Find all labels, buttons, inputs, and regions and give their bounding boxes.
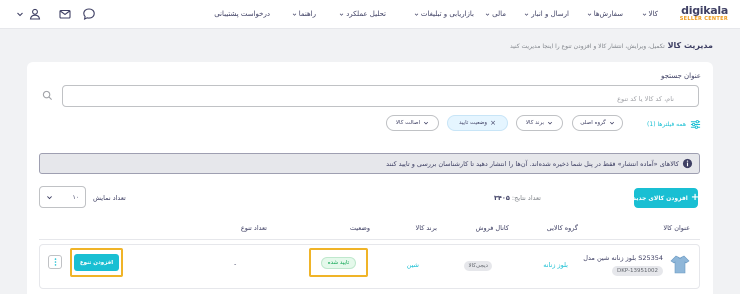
- search-input[interactable]: [63, 89, 698, 109]
- chevron-down-icon: [414, 13, 419, 16]
- more-options-button[interactable]: [48, 255, 62, 269]
- mail-icon[interactable]: [58, 7, 72, 21]
- info-alert: کالاهای «آماده انتشار» فقط در پنل شما ذخ…: [39, 153, 700, 174]
- nav-item-label: مالی: [492, 10, 506, 18]
- chevron-down-icon: [587, 13, 591, 16]
- header-product-title: عنوان کالا: [663, 224, 690, 232]
- vertical-dots-icon: [54, 258, 56, 266]
- header-variant-count: تعداد تنوع: [240, 224, 267, 232]
- show-count-label: تعداد نمایش: [93, 194, 126, 202]
- logo-sub-text: SELLER CENTER: [679, 16, 728, 22]
- sales-channel-badge: دیجی‌کالا: [464, 261, 492, 271]
- filter-chip-approval-status[interactable]: وضعیت تایید ×: [447, 115, 508, 131]
- header-sales-channel: کانال فروش: [475, 224, 509, 232]
- nav-item-help[interactable]: راهنما: [292, 10, 316, 18]
- add-variant-button[interactable]: افزودن تنوع: [74, 254, 119, 271]
- search-icon[interactable]: [42, 90, 53, 101]
- chevron-down-icon: [423, 121, 429, 125]
- product-title[interactable]: بلوز زنانه شین مدل S25354: [583, 254, 663, 262]
- page-title-text: مدیریت کالا: [667, 41, 713, 50]
- add-product-label: افزودن کالای جدید: [632, 194, 688, 202]
- nav-item-products[interactable]: کالا: [642, 10, 658, 18]
- page-subtitle: تکمیل، ویرایش، انتشار کالا و افزودن تنوع…: [509, 43, 665, 50]
- nav-item-orders[interactable]: سفارش‌ها: [587, 10, 623, 18]
- page-size-value: ۱۰: [72, 193, 79, 201]
- result-count-value: ۳۴۰۵: [493, 194, 510, 202]
- nav-item-label: درخواست پشتیبانی: [214, 10, 270, 18]
- result-count-label: تعداد نتایج:: [511, 194, 541, 202]
- search-field[interactable]: [62, 85, 699, 109]
- chevron-down-icon: [47, 195, 52, 199]
- add-variant-highlight: افزودن تنوع: [70, 248, 123, 277]
- dkp-badge: DKP-13951002: [611, 266, 663, 276]
- chip-label: برند کالا: [525, 120, 545, 126]
- product-management-card: عنوان جستجو همه فیلترها (1) گروه اصلی بر…: [27, 62, 713, 294]
- chevron-down-icon[interactable]: [16, 7, 24, 21]
- page-size-select[interactable]: ۱۰: [39, 186, 86, 208]
- nav-item-marketing[interactable]: بازاریابی و تبلیغات: [414, 10, 474, 18]
- chevron-down-icon: [548, 121, 553, 125]
- chevron-down-icon: [485, 13, 490, 16]
- nav-item-shipping[interactable]: ارسال و انبار: [524, 10, 569, 18]
- page-title: مدیریت کالا تکمیل، ویرایش، انتشار کالا و…: [510, 41, 713, 50]
- alert-text: کالاهای «آماده انتشار» فقط در پنل شما ذخ…: [386, 159, 679, 168]
- chevron-down-icon: [339, 13, 344, 16]
- filter-chip-authenticity[interactable]: اصالت کالا: [386, 115, 439, 131]
- result-count: تعداد نتایج: ۳۴۰۵: [494, 194, 541, 202]
- header-brand: برند کالا: [415, 224, 437, 232]
- digikala-logo[interactable]: digikala SELLER CENTER: [679, 4, 729, 22]
- brand-link[interactable]: شین: [407, 261, 419, 269]
- nav-item-label: کالا: [648, 10, 658, 18]
- filter-sliders-icon: [690, 120, 701, 129]
- chevron-down-icon: [292, 13, 296, 16]
- filter-chip-main-group[interactable]: گروه اصلی: [572, 115, 623, 131]
- chip-label: وضعیت تایید: [459, 120, 488, 126]
- chip-label: گروه اصلی: [580, 120, 606, 126]
- nav-item-support[interactable]: درخواست پشتیبانی: [214, 10, 270, 18]
- chevron-down-icon: [609, 121, 614, 125]
- blouse-thumbnail-icon[interactable]: [669, 253, 691, 275]
- all-filters-label: همه فیلترها (1): [647, 121, 686, 128]
- header-divider: [39, 239, 700, 240]
- nav-item-label: راهنما: [298, 10, 316, 18]
- status-badge: تایید شده: [320, 256, 357, 269]
- product-group-link[interactable]: بلوز زنانه: [543, 261, 568, 269]
- add-new-product-button[interactable]: افزودن کالای جدید +: [632, 188, 700, 208]
- chevron-down-icon: [642, 13, 646, 16]
- chip-label: اصالت کالا: [395, 120, 421, 126]
- table-row: بلوز زنانه شین مدل S25354 DKP-13951002 ب…: [39, 244, 700, 289]
- header-product-group: گروه کالایی: [546, 224, 578, 232]
- nav-item-label: سفارش‌ها: [593, 10, 623, 18]
- nav-item-label: ارسال و انبار: [531, 10, 569, 18]
- nav-item-label: بازاریابی و تبلیغات: [420, 10, 474, 18]
- header-status: وضعیت: [349, 224, 370, 232]
- top-bar: digikala SELLER CENTER کالا سفارش‌ها ارس…: [0, 0, 740, 29]
- nav-item-analytics[interactable]: تحلیل عملکرد: [339, 10, 386, 18]
- chat-icon[interactable]: [82, 7, 96, 21]
- status-highlight: تایید شده: [309, 248, 368, 277]
- user-icon[interactable]: [28, 7, 42, 21]
- close-icon[interactable]: ×: [490, 119, 496, 127]
- nav-item-label: تحلیل عملکرد: [346, 10, 386, 18]
- chevron-down-icon: [525, 13, 529, 16]
- info-icon: [682, 158, 693, 169]
- filter-chip-brand[interactable]: برند کالا: [516, 115, 563, 131]
- nav-item-finance[interactable]: مالی: [485, 10, 506, 18]
- variant-count-value: -: [234, 260, 237, 268]
- search-label: عنوان جستجو: [660, 72, 701, 80]
- plus-icon: +: [690, 192, 700, 203]
- all-filters-button[interactable]: همه فیلترها (1): [647, 119, 701, 130]
